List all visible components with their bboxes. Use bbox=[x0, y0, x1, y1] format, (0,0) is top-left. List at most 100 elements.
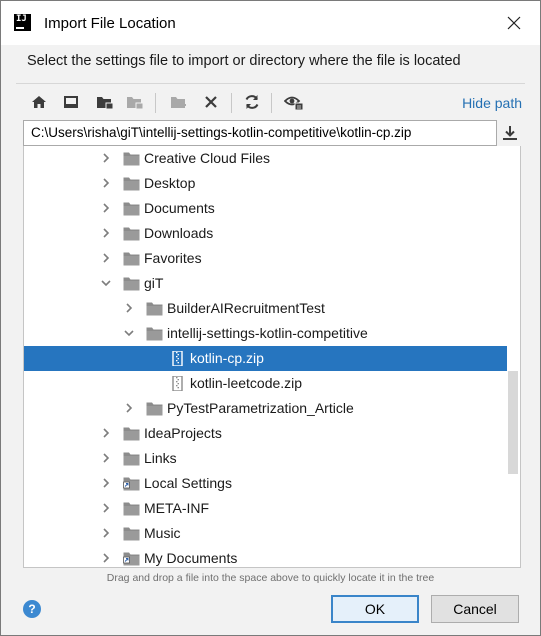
tree-item[interactable]: intellij-settings-kotlin-competitive bbox=[24, 321, 507, 346]
folder-icon bbox=[123, 152, 140, 166]
chevron-right-icon[interactable] bbox=[101, 503, 111, 513]
tree-item[interactable]: Music bbox=[24, 521, 507, 546]
folder-icon bbox=[123, 202, 140, 216]
project-folder-button[interactable] bbox=[93, 90, 117, 114]
folder-icon bbox=[123, 227, 140, 241]
home-icon bbox=[32, 96, 46, 108]
tree-scrollbar[interactable] bbox=[508, 371, 518, 474]
intellij-app-icon: IJ bbox=[14, 14, 31, 31]
refresh-icon bbox=[245, 95, 259, 109]
drag-drop-hint: Drag and drop a file into the space abov… bbox=[106, 572, 435, 584]
tree-item[interactable]: META-INF bbox=[24, 496, 507, 521]
ok-button[interactable]: OK bbox=[331, 595, 419, 623]
tree-item-label: giT bbox=[144, 275, 164, 291]
folder-icon bbox=[123, 252, 140, 266]
cancel-button[interactable]: Cancel bbox=[431, 595, 519, 623]
tree-item[interactable]: Downloads bbox=[24, 221, 507, 246]
tree-item-label: intellij-settings-kotlin-competitive bbox=[167, 325, 368, 341]
tree-item-label: kotlin-cp.zip bbox=[190, 350, 264, 366]
instruction-text: Select the settings file to import or di… bbox=[27, 53, 461, 69]
tree-item-label: PyTestParametrization_Article bbox=[167, 400, 354, 416]
show-hidden-button[interactable] bbox=[282, 90, 306, 114]
tree-item[interactable]: Links bbox=[24, 446, 507, 471]
module-folder-icon bbox=[127, 97, 144, 110]
tree-item-label: kotlin-leetcode.zip bbox=[190, 375, 303, 391]
zip-file-icon bbox=[172, 376, 183, 391]
chevron-right-icon[interactable] bbox=[101, 453, 111, 463]
chevron-right-icon[interactable] bbox=[101, 153, 111, 163]
separator bbox=[16, 83, 525, 84]
tree-item[interactable]: Local Settings bbox=[24, 471, 507, 496]
home-button[interactable] bbox=[27, 90, 51, 114]
folder-icon bbox=[123, 452, 140, 466]
tree-item[interactable]: Desktop bbox=[24, 171, 507, 196]
zip-file-icon bbox=[172, 351, 183, 366]
chevron-right-icon[interactable] bbox=[101, 528, 111, 538]
folder-icon bbox=[123, 177, 140, 191]
import-file-location-dialog: IJ Import File Location Select the setti… bbox=[0, 0, 541, 636]
tree-item[interactable]: IdeaProjects bbox=[24, 421, 507, 446]
tree-item-label: Documents bbox=[144, 200, 215, 216]
close-button[interactable] bbox=[500, 9, 528, 37]
tree-item[interactable]: kotlin-leetcode.zip bbox=[24, 371, 507, 396]
new-folder-button[interactable] bbox=[167, 90, 191, 114]
folder-icon bbox=[123, 277, 140, 291]
tree-item-label: META-INF bbox=[144, 500, 210, 516]
tree-item-label: IdeaProjects bbox=[144, 425, 222, 441]
desktop-icon bbox=[64, 96, 78, 108]
chevron-right-icon[interactable] bbox=[101, 203, 111, 213]
chevron-right-icon[interactable] bbox=[124, 403, 134, 413]
tree-item[interactable]: kotlin-cp.zip bbox=[24, 346, 507, 371]
close-icon bbox=[507, 16, 521, 30]
tree-item-label: Creative Cloud Files bbox=[144, 150, 271, 166]
tree-item[interactable]: BuilderAIRecruitmentTest bbox=[24, 296, 507, 321]
tree-item-label: Links bbox=[144, 450, 177, 466]
chevron-down-icon[interactable] bbox=[101, 278, 111, 288]
tree-item[interactable]: PyTestParametrization_Article bbox=[24, 396, 507, 421]
title-bar: IJ Import File Location bbox=[1, 1, 540, 45]
folder-icon bbox=[123, 527, 140, 541]
download-button[interactable] bbox=[502, 125, 518, 141]
toolbar-separator bbox=[231, 93, 232, 113]
folder-shortcut-icon bbox=[123, 477, 140, 491]
tree-item-label: Local Settings bbox=[144, 475, 232, 491]
chevron-down-icon[interactable] bbox=[124, 328, 134, 338]
tree-item[interactable]: My Documents bbox=[24, 546, 507, 567]
delete-button[interactable] bbox=[199, 90, 223, 114]
tree-item[interactable]: Favorites bbox=[24, 246, 507, 271]
file-tree[interactable]: Creative Cloud Files Desktop Documents Down… bbox=[23, 146, 521, 568]
refresh-button[interactable] bbox=[240, 90, 264, 114]
download-icon bbox=[503, 126, 517, 140]
folder-icon bbox=[123, 502, 140, 516]
tree-item[interactable]: giT bbox=[24, 271, 507, 296]
chevron-right-icon[interactable] bbox=[101, 178, 111, 188]
toolbar: Hide path bbox=[27, 90, 527, 116]
folder-shortcut-icon bbox=[123, 552, 140, 566]
chevron-right-icon[interactable] bbox=[101, 478, 111, 488]
new-folder-icon bbox=[171, 97, 186, 108]
show-hidden-icon bbox=[284, 96, 304, 111]
chevron-right-icon[interactable] bbox=[101, 228, 111, 238]
chevron-right-icon[interactable] bbox=[124, 303, 134, 313]
tree-item-label: Desktop bbox=[144, 175, 196, 191]
tree-item-label: Music bbox=[144, 525, 181, 541]
folder-icon bbox=[146, 402, 163, 416]
folder-icon bbox=[146, 327, 163, 341]
hide-path-link[interactable]: Hide path bbox=[462, 95, 522, 111]
chevron-right-icon[interactable] bbox=[101, 553, 111, 563]
tree-item-label: My Documents bbox=[144, 550, 238, 566]
folder-icon bbox=[123, 427, 140, 441]
project-folder-icon bbox=[97, 97, 114, 110]
tree-item-label: BuilderAIRecruitmentTest bbox=[167, 300, 325, 316]
chevron-right-icon[interactable] bbox=[101, 428, 111, 438]
tree-item-label: Downloads bbox=[144, 225, 214, 241]
path-input[interactable]: C:\Users\risha\giT\intellij-settings-kot… bbox=[23, 120, 497, 146]
tree-item[interactable]: Creative Cloud Files bbox=[24, 146, 507, 171]
folder-icon bbox=[146, 302, 163, 316]
module-folder-button[interactable] bbox=[123, 90, 147, 114]
chevron-right-icon[interactable] bbox=[101, 253, 111, 263]
desktop-button[interactable] bbox=[59, 90, 83, 114]
delete-icon bbox=[205, 96, 217, 108]
tree-item[interactable]: Documents bbox=[24, 196, 507, 221]
help-button[interactable]: ? bbox=[23, 600, 41, 618]
